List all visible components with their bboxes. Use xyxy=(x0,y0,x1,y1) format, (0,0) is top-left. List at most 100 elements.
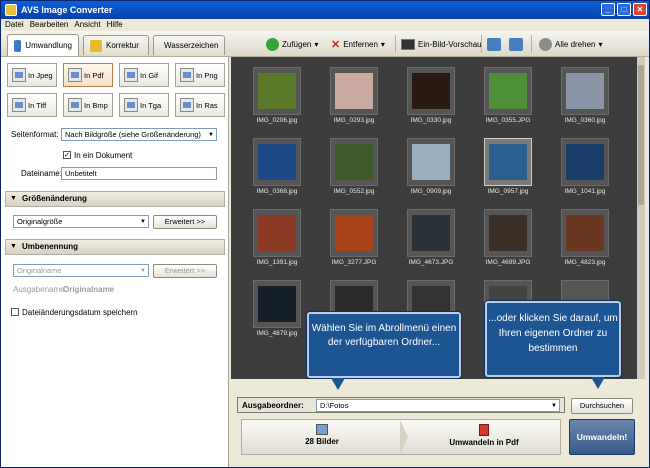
filename-value: Unbetitelt xyxy=(65,169,97,178)
page-format-label: Seitenformat: xyxy=(11,130,59,139)
image-thumbnail[interactable]: IMG_0360.jpg xyxy=(553,67,617,127)
chevron-down-icon[interactable]: ▾ xyxy=(598,40,602,49)
thumbnail-caption: IMG_0330.jpg xyxy=(410,117,452,124)
menu-hilfe[interactable]: Hilfe xyxy=(107,19,123,31)
convert-button[interactable]: Umwandeln! xyxy=(569,419,635,455)
output-folder-row: Ausgabeordner: D:\Fotos ▼ xyxy=(237,397,565,413)
thumbnail-frame xyxy=(484,209,532,257)
format-pdf-button[interactable]: In Pdf xyxy=(63,63,113,87)
thumbnail-image xyxy=(258,215,296,251)
app-window: AVS Image Converter _ □ ✕ Datei Bearbeit… xyxy=(0,0,650,468)
output-name-label: Ausgabename: xyxy=(13,285,67,294)
format-gif-button[interactable]: In Gif xyxy=(119,63,169,87)
menu-datei[interactable]: Datei xyxy=(5,19,24,31)
rename-advanced-button[interactable]: Erweitert >> xyxy=(153,264,217,278)
menu-ansicht[interactable]: Ansicht xyxy=(74,19,100,31)
thumbnail-image xyxy=(412,73,450,109)
image-thumbnail[interactable]: IMG_0957.jpg xyxy=(476,138,540,198)
thumbnail-frame xyxy=(253,280,301,328)
scrollbar-thumb[interactable] xyxy=(638,65,644,205)
thumbnail-frame xyxy=(561,209,609,257)
chevron-down-icon[interactable]: ▾ xyxy=(381,40,385,49)
filename-input[interactable]: Unbetitelt xyxy=(61,167,217,180)
rotate-all-button[interactable]: Alle drehen ▾ xyxy=(539,36,603,52)
one-document-checkbox[interactable]: ✓ xyxy=(63,151,71,159)
thumbnail-caption: IMG_1391.jpg xyxy=(256,259,298,266)
image-thumbnail[interactable]: IMG_0552.jpg xyxy=(322,138,386,198)
output-folder-label: Ausgabeordner: xyxy=(242,401,304,410)
tab-korrektur[interactable]: Korrektur xyxy=(83,35,149,55)
minimize-button[interactable]: _ xyxy=(601,3,615,16)
chevron-down-icon[interactable]: ▾ xyxy=(314,40,318,49)
rename-select[interactable]: Originalname ▼ xyxy=(13,264,149,277)
page-format-select[interactable]: Nach Bildgröße (siehe Größenänderung) ▼ xyxy=(61,128,217,141)
thumbnail-caption: IMG_0552.jpg xyxy=(333,188,375,195)
thumbnail-image xyxy=(566,144,604,180)
image-thumbnail[interactable]: IMG_0206.jpg xyxy=(245,67,309,127)
image-thumbnail[interactable]: IMG_0355.JPG xyxy=(476,67,540,127)
tab-wasserzeichen[interactable]: Wasserzeichen xyxy=(153,35,225,55)
thumbnail-caption: IMG_3277.JPG xyxy=(331,259,377,266)
thumbnail-image xyxy=(489,144,527,180)
image-thumbnail[interactable]: IMG_4699.JPG xyxy=(476,209,540,269)
output-folder-select[interactable]: D:\Fotos ▼ xyxy=(316,399,560,412)
image-thumbnail[interactable]: IMG_0330.jpg xyxy=(399,67,463,127)
image-thumbnail[interactable]: IMG_4879.jpg xyxy=(245,280,309,340)
thumbnail-image xyxy=(489,73,527,109)
separator xyxy=(531,35,532,53)
format-bmp-button[interactable]: In Bmp xyxy=(63,93,113,117)
resize-value: Originalgröße xyxy=(17,217,63,226)
image-thumbnail[interactable]: IMG_3277.JPG xyxy=(322,209,386,269)
thumbnail-caption: IMG_4879.jpg xyxy=(256,330,298,337)
close-button[interactable]: ✕ xyxy=(633,3,647,16)
rotate-all-label: Alle drehen xyxy=(555,39,596,49)
resize-section-header[interactable]: ▼ Größenänderung xyxy=(5,191,225,207)
format-tiff-button[interactable]: In Tiff xyxy=(7,93,57,117)
browse-button[interactable]: Durchsuchen xyxy=(571,398,633,414)
gallery-scrollbar[interactable] xyxy=(637,57,645,379)
app-icon xyxy=(5,4,17,16)
one-document-label: In ein Dokument xyxy=(74,151,133,160)
format-label: In Jpeg xyxy=(28,70,53,80)
format-ras-button[interactable]: In Ras xyxy=(175,93,225,117)
image-thumbnail[interactable]: IMG_1041.jpg xyxy=(553,138,617,198)
image-thumbnail[interactable]: IMG_4673.JPG xyxy=(399,209,463,269)
add-button[interactable]: Zufügen ▾ xyxy=(266,36,318,52)
image-thumbnail[interactable]: IMG_0909.jpg xyxy=(399,138,463,198)
format-png-button[interactable]: In Png xyxy=(175,63,225,87)
image-thumbnail[interactable]: IMG_0368.jpg xyxy=(245,138,309,198)
thumbnail-frame xyxy=(253,67,301,115)
image-thumbnail[interactable]: IMG_1391.jpg xyxy=(245,209,309,269)
single-preview-label: Ein-Bild-Vorschau xyxy=(418,39,482,49)
keep-date-label: Dateiänderungsdatum speichern xyxy=(22,308,138,317)
tab-umwandlung[interactable]: Umwandlung xyxy=(7,34,79,56)
rename-section-header[interactable]: ▼ Umbenennung xyxy=(5,239,225,255)
image-thumbnail[interactable]: IMG_4823.jpg xyxy=(553,209,617,269)
thumbnail-caption: IMG_0206.jpg xyxy=(256,117,298,124)
jpeg-icon xyxy=(12,68,26,82)
separator xyxy=(395,35,396,53)
rotate-right-button[interactable] xyxy=(509,36,523,52)
bottom-panel: Ausgabeordner: D:\Fotos ▼ Durchsuchen 28 … xyxy=(231,379,649,467)
maximize-button[interactable]: □ xyxy=(617,3,631,16)
format-jpeg-button[interactable]: In Jpeg xyxy=(7,63,57,87)
keep-date-checkbox[interactable] xyxy=(11,308,19,316)
rotate-left-button[interactable] xyxy=(487,36,501,52)
chevron-down-icon: ▼ xyxy=(208,132,214,138)
format-tga-button[interactable]: In Tga xyxy=(119,93,169,117)
thumbnail-image xyxy=(258,73,296,109)
remove-button[interactable]: ✕ Entfernen ▾ xyxy=(331,36,385,52)
page-format-value: Nach Bildgröße (siehe Größenänderung) xyxy=(65,130,201,139)
star-icon xyxy=(90,39,102,52)
image-thumbnail[interactable]: IMG_0293.jpg xyxy=(322,67,386,127)
resize-advanced-button[interactable]: Erweitert >> xyxy=(153,215,217,229)
thumbnail-caption: IMG_0355.JPG xyxy=(485,117,531,124)
thumbnail-frame xyxy=(561,67,609,115)
single-preview-button[interactable]: Ein-Bild-Vorschau xyxy=(401,36,482,52)
resize-select[interactable]: Originalgröße ▼ xyxy=(13,215,149,228)
chevron-down-icon: ▼ xyxy=(551,403,557,409)
thumbnail-image xyxy=(412,215,450,251)
thumbnail-frame xyxy=(330,138,378,186)
menu-bearbeiten[interactable]: Bearbeiten xyxy=(30,19,69,31)
tiff-icon xyxy=(12,98,26,112)
